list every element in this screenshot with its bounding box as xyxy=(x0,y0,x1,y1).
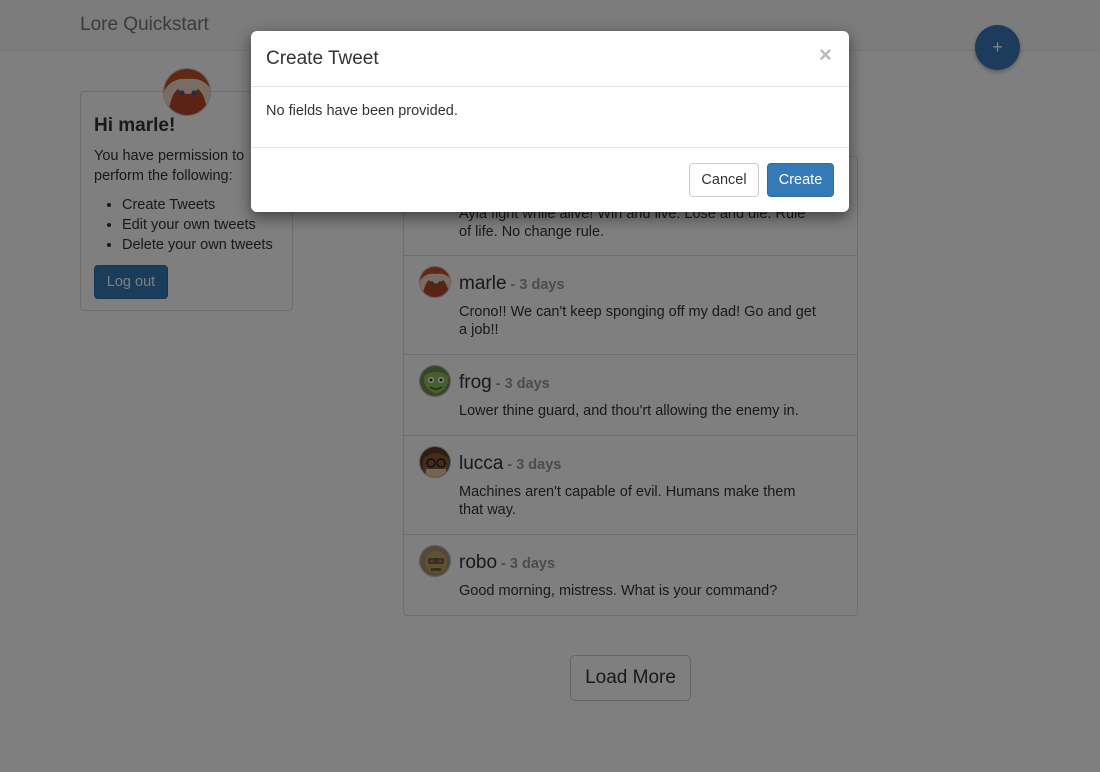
cancel-button[interactable]: Cancel xyxy=(689,163,759,197)
close-icon[interactable]: × xyxy=(819,44,832,66)
modal-header: Create Tweet × xyxy=(251,31,849,87)
create-tweet-dialog: Create Tweet × No fields have been provi… xyxy=(251,31,849,212)
modal-message: No fields have been provided. xyxy=(266,103,458,119)
modal-title: Create Tweet xyxy=(266,48,379,69)
create-button[interactable]: Create xyxy=(767,163,834,197)
modal-footer: Cancel Create xyxy=(251,147,849,212)
